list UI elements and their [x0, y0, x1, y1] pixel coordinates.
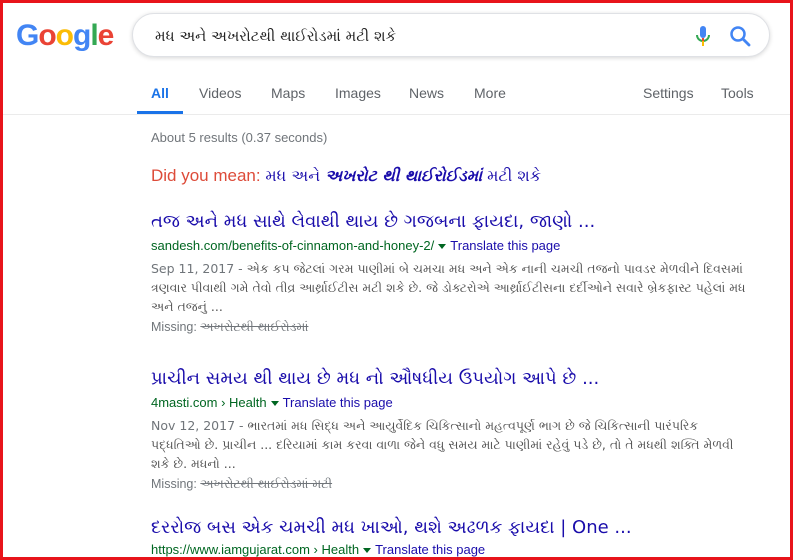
tab-images[interactable]: Images: [335, 85, 381, 101]
result-cite: https://www.iamgujarat.com › Health: [151, 542, 360, 557]
tab-videos[interactable]: Videos: [199, 85, 242, 101]
result-missing: Missing: અખરોટથી થાઈરોડમાં: [151, 319, 751, 335]
microphone-icon[interactable]: [693, 25, 713, 47]
tab-maps[interactable]: Maps: [271, 85, 305, 101]
result-date: Sep 11, 2017 -: [151, 261, 247, 276]
result-cite: sandesh.com/benefits-of-cinnamon-and-hon…: [151, 238, 435, 253]
result-snippet: Nov 12, 2017 - ભારતમાં મધ સિદ્ધ અને આયુર…: [151, 416, 751, 473]
tab-all[interactable]: All: [151, 85, 169, 101]
search-result: પ્રાચીન સમય થી થાય છે મધ નો ઔષધીય ઉપયોગ …: [151, 368, 751, 492]
tools-link[interactable]: Tools: [721, 85, 754, 101]
result-title-link[interactable]: દરરોજ બસ એક ચમચી મધ ખાઓ, થશે અઢળક ફાયદા …: [151, 517, 751, 538]
result-url: https://www.iamgujarat.com › Health Trans…: [151, 542, 751, 557]
did-you-mean-suggestion[interactable]: મધ અને અખરોટ થી થાઈરોઈડમાં મટી શકે: [265, 166, 541, 185]
result-stats: About 5 results (0.37 seconds): [151, 130, 328, 145]
did-you-mean-label: Did you mean:: [151, 166, 261, 185]
dropdown-arrow-icon[interactable]: [270, 400, 279, 406]
tab-news[interactable]: News: [409, 85, 444, 101]
active-tab-indicator: [137, 111, 183, 114]
result-snippet: Sep 11, 2017 - એક કપ જેટલાં ગરમ પાણીમાં …: [151, 259, 751, 316]
dropdown-arrow-icon[interactable]: [438, 243, 447, 249]
missing-terms: અખરોટથી થાઈરોડમાં: [200, 319, 309, 334]
result-url: 4masti.com › Health Translate this page: [151, 395, 751, 410]
translate-link[interactable]: Translate this page: [450, 238, 560, 253]
result-title-link[interactable]: તજ અને મધ સાથે લેવાથી થાય છે ગજબના ફાયદા…: [151, 211, 751, 232]
result-cite: 4masti.com › Health: [151, 395, 267, 410]
suggestion-pre: મધ અને: [265, 166, 321, 185]
tab-more[interactable]: More: [474, 85, 506, 101]
result-missing: Missing: અખરોટથી થાઈરોડમાં મટી: [151, 476, 751, 492]
search-input[interactable]: [153, 23, 677, 49]
suggestion-bold: અખરોટ થી થાઈરોઈડમાં: [325, 166, 483, 185]
dropdown-arrow-icon[interactable]: [363, 547, 372, 553]
google-logo[interactable]: Google: [16, 19, 114, 53]
did-you-mean: Did you mean: મધ અને અખરોટ થી થાઈરોઈડમાં…: [151, 166, 541, 186]
search-tabs: All Videos Maps Images News More Setting…: [0, 68, 793, 115]
suggestion-post: મટી શકે: [487, 166, 542, 185]
translate-link[interactable]: Translate this page: [375, 542, 485, 557]
translate-link[interactable]: Translate this page: [283, 395, 393, 410]
search-box: [132, 13, 770, 57]
search-result: તજ અને મધ સાથે લેવાથી થાય છે ગજબના ફાયદા…: [151, 211, 751, 335]
settings-link[interactable]: Settings: [643, 85, 694, 101]
result-url: sandesh.com/benefits-of-cinnamon-and-hon…: [151, 238, 751, 253]
missing-label: Missing:: [151, 477, 197, 491]
result-date: Nov 12, 2017 -: [151, 418, 248, 433]
missing-label: Missing:: [151, 320, 197, 334]
search-result: દરરોજ બસ એક ચમચી મધ ખાઓ, થશે અઢળક ફાયદા …: [151, 517, 751, 557]
missing-terms: અખરોટથી થાઈરોડમાં મટી: [200, 476, 333, 491]
search-icon[interactable]: [729, 25, 751, 47]
result-title-link[interactable]: પ્રાચીન સમય થી થાય છે મધ નો ઔષધીય ઉપયોગ …: [151, 368, 751, 389]
